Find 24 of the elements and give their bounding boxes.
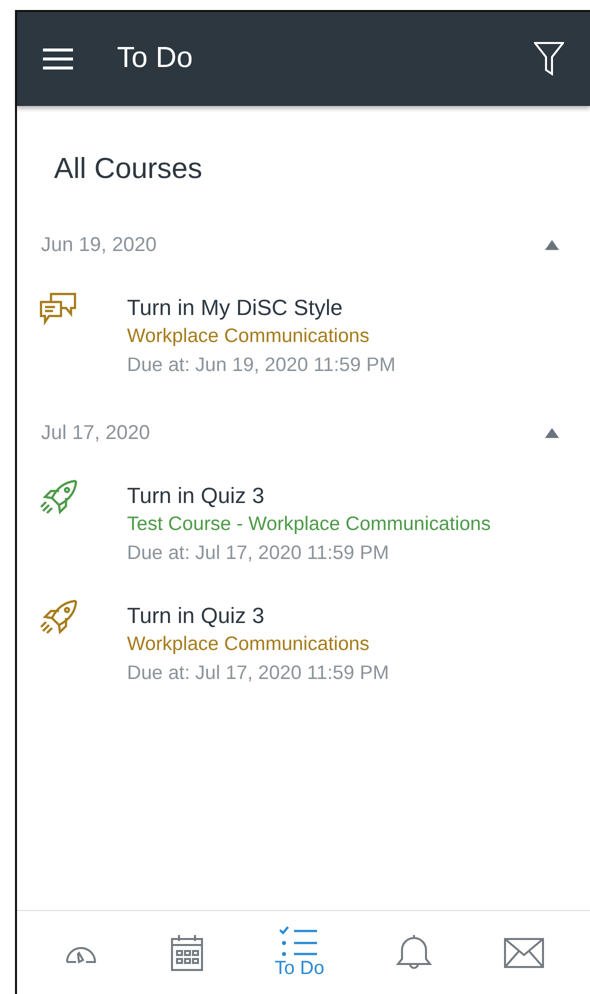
course-name: Workplace Communications — [127, 324, 370, 348]
date-header: Jul 17, 2020 — [41, 420, 150, 446]
envelope-icon — [504, 938, 544, 968]
due-date: Due at: Jul 17, 2020 11:59 PM — [127, 660, 389, 686]
todo-tab[interactable]: To Do — [268, 926, 330, 980]
bell-icon — [395, 934, 434, 972]
assignment-title[interactable]: Turn in Quiz 3 — [127, 602, 389, 630]
assignment-title[interactable]: Turn in Quiz 3 — [127, 482, 491, 510]
rocket-icon — [39, 598, 79, 638]
checklist-icon — [279, 926, 320, 958]
assignment-title[interactable]: Turn in My DiSC Style — [127, 294, 396, 322]
due-date: Due at: Jun 19, 2020 11:59 PM — [127, 352, 396, 378]
filter-icon[interactable] — [534, 42, 564, 76]
course-name: Test Course - Workplace Communications — [127, 512, 491, 536]
date-header: Jun 19, 2020 — [41, 232, 157, 258]
collapse-icon[interactable] — [544, 238, 560, 250]
course-filter-label[interactable]: All Courses — [54, 148, 590, 192]
menu-icon[interactable] — [43, 48, 73, 70]
collapse-icon[interactable] — [544, 426, 560, 438]
screen-title: To Do — [117, 41, 193, 76]
due-date: Due at: Jul 17, 2020 11:59 PM — [127, 540, 390, 566]
calendar-icon — [170, 934, 204, 972]
rocket-icon — [39, 478, 79, 518]
course-name: Workplace Communications — [127, 632, 370, 656]
